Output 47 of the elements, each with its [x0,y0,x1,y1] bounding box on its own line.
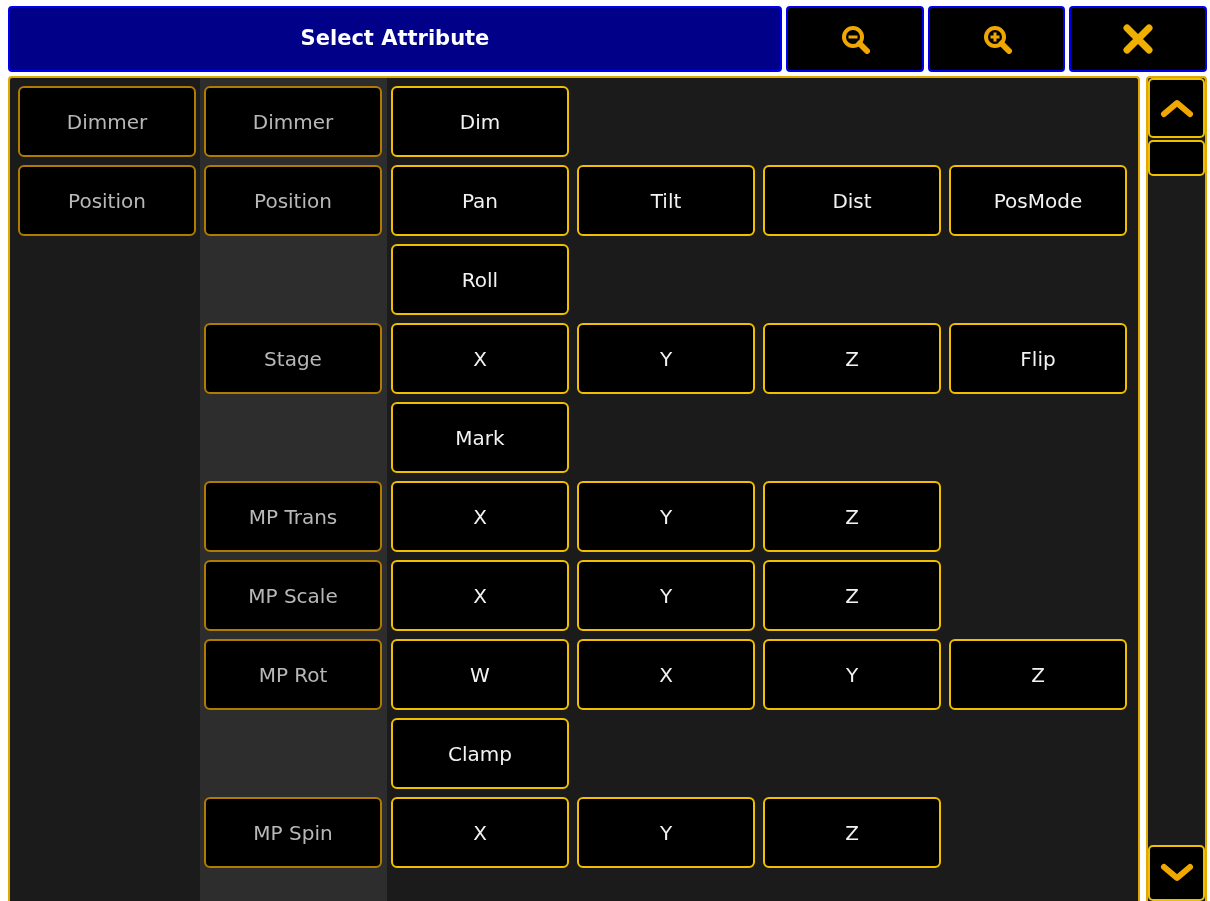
attribute-button[interactable]: X [391,797,569,868]
feature-button[interactable]: Position [204,165,382,236]
attribute-button[interactable]: Y [763,639,941,710]
attribute-button[interactable]: X [577,639,755,710]
attribute-button[interactable]: Y [577,560,755,631]
close-button[interactable] [1069,6,1207,72]
attribute-button[interactable]: Z [763,323,941,394]
attribute-button[interactable]: Z [763,560,941,631]
scroll-down-button[interactable] [1148,845,1205,901]
feature-button[interactable]: MP Trans [204,481,382,552]
scrollbar[interactable] [1146,76,1207,901]
zoom-out-icon [839,24,870,54]
feature-button[interactable]: MP Spin [204,797,382,868]
attribute-button[interactable]: Tilt [577,165,755,236]
chevron-down-icon [1159,863,1194,883]
attribute-button[interactable]: PosMode [949,165,1127,236]
zoom-in-icon [981,24,1012,54]
close-icon [1123,24,1154,54]
attribute-button[interactable]: Z [763,481,941,552]
attribute-button[interactable]: Z [763,797,941,868]
feature-button[interactable]: Dimmer [204,86,382,157]
attribute-button[interactable]: Mark [391,402,569,473]
attribute-button[interactable]: Dim [391,86,569,157]
attribute-button[interactable]: Y [577,323,755,394]
attribute-button[interactable]: X [391,323,569,394]
feature-group-button[interactable]: Position [18,165,196,236]
scroll-thumb[interactable] [1148,140,1205,176]
attribute-button[interactable]: Z [949,639,1127,710]
feature-button[interactable]: Stage [204,323,382,394]
attribute-button[interactable]: X [391,560,569,631]
feature-button[interactable]: MP Scale [204,560,382,631]
attribute-button[interactable]: Y [577,481,755,552]
attribute-button[interactable]: Flip [949,323,1127,394]
attribute-button[interactable]: Roll [391,244,569,315]
scroll-up-button[interactable] [1148,78,1205,138]
feature-group-button[interactable]: Dimmer [18,86,196,157]
zoom-in-button[interactable] [927,6,1066,72]
attribute-button[interactable]: X [391,481,569,552]
feature-button[interactable]: MP Rot [204,639,382,710]
attribute-button[interactable]: Dist [763,165,941,236]
window-title: Select Attribute [8,6,782,72]
chevron-up-icon [1159,98,1194,118]
zoom-out-button[interactable] [786,6,924,72]
attribute-button[interactable]: W [391,639,569,710]
attribute-button[interactable]: Y [577,797,755,868]
attribute-button[interactable]: Clamp [391,718,569,789]
attribute-button[interactable]: Pan [391,165,569,236]
